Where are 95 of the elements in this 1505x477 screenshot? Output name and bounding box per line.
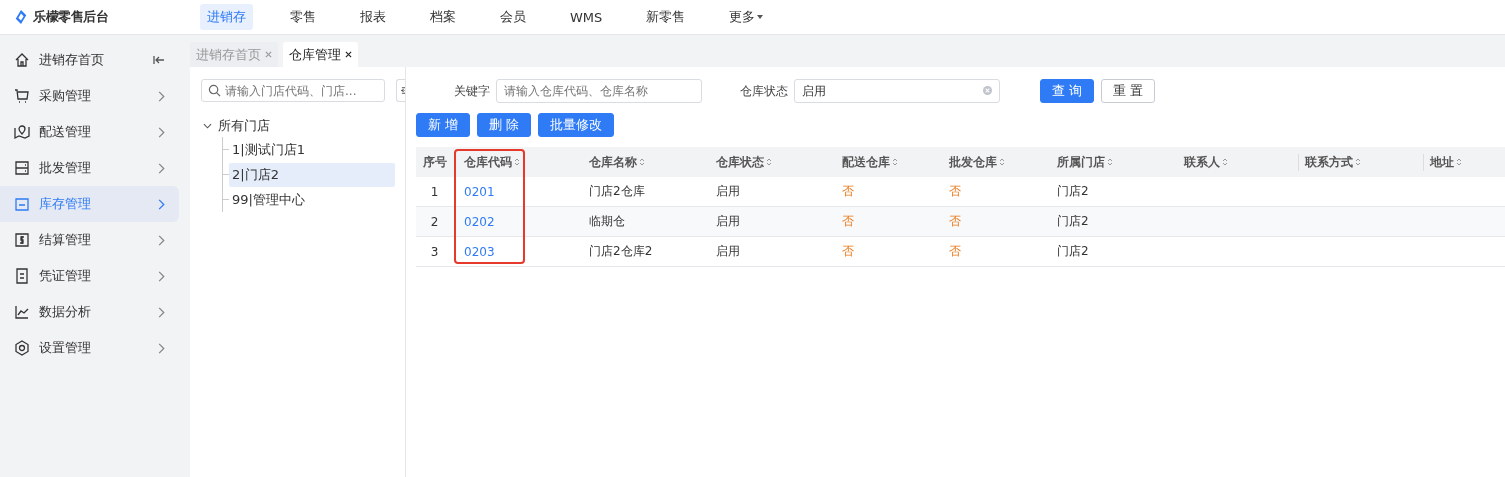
gear-icon [14,340,30,356]
sidebar-item[interactable]: 批发管理 [0,150,179,186]
nav-tab[interactable]: 零售 [283,4,323,30]
table-cell-text: 门店2 [1056,243,1090,260]
cart-icon [14,88,30,104]
table-cell-text: 否 [948,213,962,230]
box-icon [14,196,30,212]
column-header[interactable]: 序号 [416,153,453,171]
column-header[interactable]: 仓库状态 [705,153,831,171]
filter-field[interactable]: 启用 [794,79,1000,103]
filter-field[interactable]: 请输入仓库代码、仓库名称 [496,79,702,103]
nav-tab[interactable]: 会员 [493,4,533,30]
table-cell-text: 否 [841,213,855,230]
table-cell-text: 否 [948,243,962,260]
table-cell-text: 门店2仓库 [588,183,646,200]
table-cell-text: 启用 [715,243,741,260]
map-icon [14,124,30,140]
chevron-right-icon [157,126,165,138]
chevron-right-icon [157,198,165,210]
sort-icon [999,157,1005,167]
home-icon [14,52,30,68]
sidebar-item[interactable]: 结算管理 [0,222,179,258]
search-icon [208,84,221,97]
tree-node[interactable]: 所有门店 [201,115,405,137]
query-button[interactable]: 查 询 [1040,79,1095,103]
sort-icon [1456,157,1462,167]
brand-name: 乐檬零售后台 [33,8,108,26]
column-header[interactable]: 仓库代码 [453,153,578,171]
sort-icon [766,157,772,167]
action-button[interactable]: 批量修改 [538,113,615,137]
sidebar-item[interactable]: 配送管理 [0,114,179,150]
warehouse-code-link[interactable]: 0202 [453,214,578,229]
table-cell-text: 门店2仓库2 [588,243,654,260]
nav-tab[interactable]: WMS [563,4,610,30]
sort-icon [892,157,898,167]
table-cell-text: 2 [429,214,440,229]
column-header[interactable]: 联系方式 [1298,153,1423,171]
table-cell-text: 否 [841,243,855,260]
column-header[interactable]: 仓库名称 [578,153,705,171]
nav-tab[interactable]: 进销存 [200,4,253,30]
chevron-right-icon [157,90,165,102]
sort-icon [1107,157,1113,167]
chevron-right-icon [157,306,165,318]
column-header[interactable]: 所属门店 [1046,153,1173,171]
warehouse-code-link[interactable]: 0203 [453,244,578,259]
chevron-right-icon [157,270,165,282]
filter-label: 仓库状态 [740,82,788,100]
sort-icon [1355,157,1361,167]
sort-icon [514,157,520,167]
close-icon[interactable] [345,51,352,58]
sidebar-item[interactable]: 设置管理 [0,330,179,366]
chevron-right-icon [157,342,165,354]
table-cell-text: 临期仓 [588,213,626,230]
sidebar-item[interactable]: 采购管理 [0,78,179,114]
table-cell-text: 启用 [715,213,741,230]
reset-button[interactable]: 重 置 [1101,79,1156,103]
sort-icon [1222,157,1228,167]
table-cell-text: 3 [429,244,440,259]
sort-icon [639,157,645,167]
document-icon [14,268,30,284]
table-cell-text: 门店2 [1056,213,1090,230]
dollar-icon [14,232,30,248]
nav-tab[interactable]: 报表 [353,4,393,30]
sidebar-item[interactable]: 凭证管理 [0,258,179,294]
chevron-right-icon [157,162,165,174]
page-tab[interactable]: 仓库管理 [283,42,358,67]
table-cell-text: 门店2 [1056,183,1090,200]
card-icon [14,160,30,176]
column-header[interactable]: 批发仓库 [938,153,1046,171]
table-cell-text: 否 [948,183,962,200]
chevron-down-icon [203,123,212,129]
table-cell-text: 否 [841,183,855,200]
chart-icon [14,304,30,320]
tree-node[interactable]: 2|门店2 [229,162,395,187]
nav-tab[interactable]: 新零售 [639,4,693,30]
tree-node[interactable]: 1|测试门店1 [229,137,308,162]
column-header[interactable]: 配送仓库 [831,153,938,171]
sidebar-item[interactable]: 数据分析 [0,294,179,330]
caret-icon [757,15,764,19]
logo-icon [14,9,28,25]
chevron-right-icon [157,234,165,246]
table-cell-text: 1 [429,184,440,199]
action-button[interactable]: 新 增 [416,113,471,137]
table-cell-text: 启用 [715,183,741,200]
collapse-icon[interactable] [153,55,165,65]
nav-tab[interactable]: 更多 [722,4,771,30]
warehouse-code-link[interactable]: 0201 [453,184,578,199]
sidebar-item[interactable]: 进销存首页 [0,42,179,78]
column-header[interactable]: 联系人 [1173,153,1298,171]
store-search-field[interactable]: 请输入门店代码、门店... [201,79,385,102]
action-button[interactable]: 删 除 [477,113,532,137]
filter-label: 关键字 [454,82,490,100]
column-header[interactable]: 地址 [1423,153,1503,171]
tree-node[interactable]: 99|管理中心 [229,187,308,212]
nav-tab[interactable]: 档案 [423,4,463,30]
